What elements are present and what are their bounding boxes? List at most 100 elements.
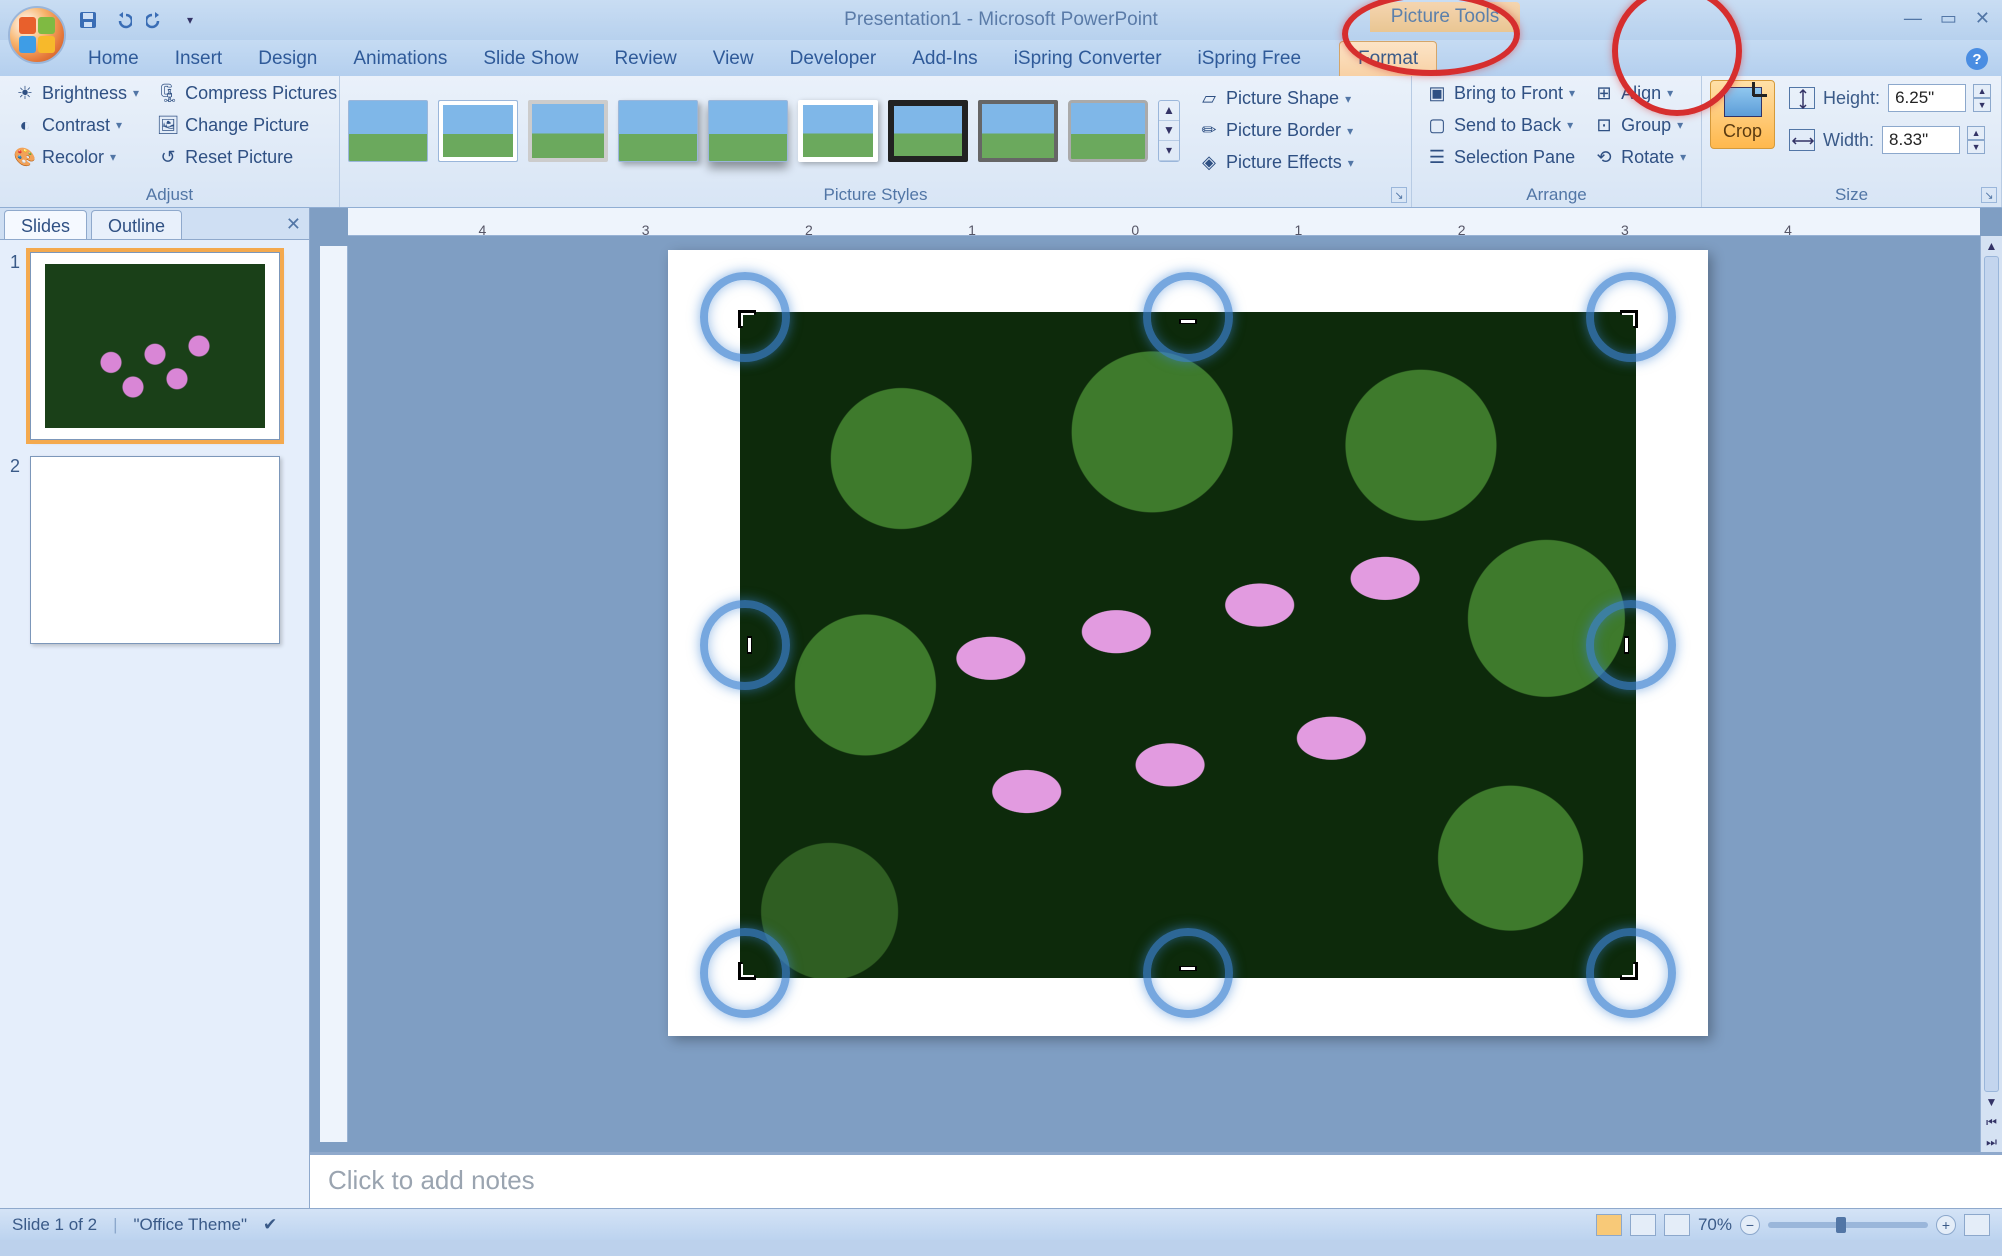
gallery-more-icon[interactable]: ▾ (1159, 141, 1179, 161)
style-thumb[interactable] (618, 100, 698, 162)
qat-dropdown-icon[interactable]: ▾ (178, 8, 202, 32)
tab-view[interactable]: View (695, 42, 772, 76)
tab-review[interactable]: Review (596, 42, 694, 76)
crop-handle-top[interactable] (1175, 310, 1201, 336)
slide-number: 1 (10, 252, 20, 273)
help-icon[interactable]: ? (1966, 48, 1988, 70)
group-button[interactable]: ⊡Group (1587, 112, 1692, 138)
width-input[interactable]: 8.33" (1882, 126, 1960, 154)
office-button[interactable] (8, 6, 66, 64)
editor-area: 4 3 2 1 0 1 2 3 4 (310, 208, 2002, 1208)
picture-effects-button[interactable]: ◈Picture Effects (1192, 150, 1360, 176)
minimize-icon[interactable]: — (1904, 8, 1922, 29)
compress-pictures-button[interactable]: 🗜Compress Pictures (151, 80, 343, 106)
scroll-down-icon[interactable]: ▼ (1981, 1092, 2002, 1112)
style-thumb[interactable] (1068, 100, 1148, 162)
style-thumb[interactable] (888, 100, 968, 162)
reset-picture-button[interactable]: ↺Reset Picture (151, 144, 343, 170)
crop-button[interactable]: Crop (1710, 80, 1775, 149)
crop-handle-left[interactable] (738, 632, 764, 658)
crop-handle-right[interactable] (1612, 632, 1638, 658)
save-icon[interactable] (76, 8, 100, 32)
tab-slideshow[interactable]: Slide Show (465, 42, 596, 76)
width-up-icon[interactable]: ▲ (1967, 126, 1985, 140)
group-btn-label: Group (1621, 115, 1671, 136)
scroll-up-icon[interactable]: ▲ (1981, 236, 2002, 256)
gallery-scroll[interactable]: ▲▼▾ (1158, 100, 1180, 162)
slide-thumbnail-2[interactable] (30, 456, 280, 644)
slide[interactable] (668, 250, 1708, 1036)
style-thumb[interactable] (708, 100, 788, 162)
height-up-icon[interactable]: ▲ (1973, 84, 1991, 98)
height-input[interactable]: 6.25" (1888, 84, 1966, 112)
zoom-in-button[interactable]: + (1936, 1215, 1956, 1235)
panel-tab-slides[interactable]: Slides (4, 210, 87, 239)
zoom-slider-thumb[interactable] (1836, 1217, 1846, 1233)
workspace: Slides Outline ✕ 1 2 4 3 2 1 0 1 2 3 4 (0, 208, 2002, 1208)
brightness-button[interactable]: ☀Brightness (8, 80, 145, 106)
tab-home[interactable]: Home (70, 42, 157, 76)
normal-view-button[interactable] (1596, 1214, 1622, 1236)
group-adjust: ☀Brightness ◐Contrast 🎨Recolor 🗜Compress… (0, 76, 340, 207)
next-slide-icon[interactable]: ⏭ (1981, 1132, 2002, 1152)
crop-handle-top-right[interactable] (1612, 310, 1638, 336)
tab-developer[interactable]: Developer (772, 42, 895, 76)
crop-handle-bottom-right[interactable] (1612, 954, 1638, 980)
fit-to-window-button[interactable] (1964, 1214, 1990, 1236)
slide-canvas[interactable] (348, 236, 1980, 1152)
redo-icon[interactable] (144, 8, 168, 32)
brightness-icon: ☀ (14, 82, 36, 104)
crop-handle-bottom[interactable] (1175, 954, 1201, 980)
height-down-icon[interactable]: ▼ (1973, 98, 1991, 112)
bring-to-front-button[interactable]: ▣Bring to Front (1420, 80, 1581, 106)
notes-pane[interactable]: Click to add notes (310, 1152, 2002, 1208)
tab-addins[interactable]: Add-Ins (894, 42, 995, 76)
crop-handle-top-left[interactable] (738, 310, 764, 336)
zoom-slider[interactable] (1768, 1222, 1928, 1228)
crop-handle-bottom-left[interactable] (738, 954, 764, 980)
tab-animations[interactable]: Animations (335, 42, 465, 76)
slide-thumbnail-1[interactable] (30, 252, 280, 440)
scroll-thumb[interactable] (1984, 256, 1999, 1092)
style-thumb[interactable] (348, 100, 428, 162)
gallery-up-icon[interactable]: ▲ (1159, 101, 1179, 121)
tab-ispring-free[interactable]: iSpring Free (1180, 42, 1320, 76)
maximize-icon[interactable]: ▭ (1940, 8, 1957, 29)
picture-border-label: Picture Border (1226, 120, 1341, 141)
tab-design[interactable]: Design (240, 42, 335, 76)
send-to-back-button[interactable]: ▢Send to Back (1420, 112, 1581, 138)
width-down-icon[interactable]: ▼ (1967, 140, 1985, 154)
sorter-view-button[interactable] (1630, 1214, 1656, 1236)
change-picture-button[interactable]: 🖼Change Picture (151, 112, 343, 138)
zoom-out-button[interactable]: − (1740, 1215, 1760, 1235)
picture-shape-button[interactable]: ▱Picture Shape (1192, 86, 1360, 112)
style-thumb[interactable] (978, 100, 1058, 162)
spellcheck-icon[interactable]: ✔ (263, 1215, 277, 1235)
gallery-down-icon[interactable]: ▼ (1159, 121, 1179, 141)
style-thumb[interactable] (438, 100, 518, 162)
tab-insert[interactable]: Insert (157, 42, 241, 76)
selection-pane-button[interactable]: ☰Selection Pane (1420, 144, 1581, 170)
tab-format[interactable]: Format (1339, 41, 1437, 76)
recolor-button[interactable]: 🎨Recolor (8, 144, 145, 170)
picture-border-button[interactable]: ✏Picture Border (1192, 118, 1360, 144)
panel-tab-outline[interactable]: Outline (91, 210, 182, 239)
tab-ispring-converter[interactable]: iSpring Converter (996, 42, 1180, 76)
rotate-button[interactable]: ⟲Rotate (1587, 144, 1692, 170)
align-button[interactable]: ⊞Align (1587, 80, 1692, 106)
panel-close-icon[interactable]: ✕ (286, 214, 301, 235)
group-picture-styles: ▲▼▾ ▱Picture Shape ✏Picture Border ◈Pict… (340, 76, 1412, 207)
size-launcher-icon[interactable]: ↘ (1981, 187, 1997, 203)
style-thumb[interactable] (798, 100, 878, 162)
picture-styles-gallery[interactable]: ▲▼▾ (348, 100, 1180, 162)
close-icon[interactable]: ✕ (1975, 8, 1990, 29)
styles-launcher-icon[interactable]: ↘ (1391, 187, 1407, 203)
selected-picture[interactable] (740, 312, 1636, 978)
compress-label: Compress Pictures (185, 83, 337, 104)
prev-slide-icon[interactable]: ⏮ (1981, 1112, 2002, 1132)
style-thumb[interactable] (528, 100, 608, 162)
undo-icon[interactable] (110, 8, 134, 32)
contrast-button[interactable]: ◐Contrast (8, 112, 145, 138)
vertical-scrollbar[interactable]: ▲ ▼ ⏮ ⏭ (1980, 236, 2002, 1152)
slideshow-view-button[interactable] (1664, 1214, 1690, 1236)
